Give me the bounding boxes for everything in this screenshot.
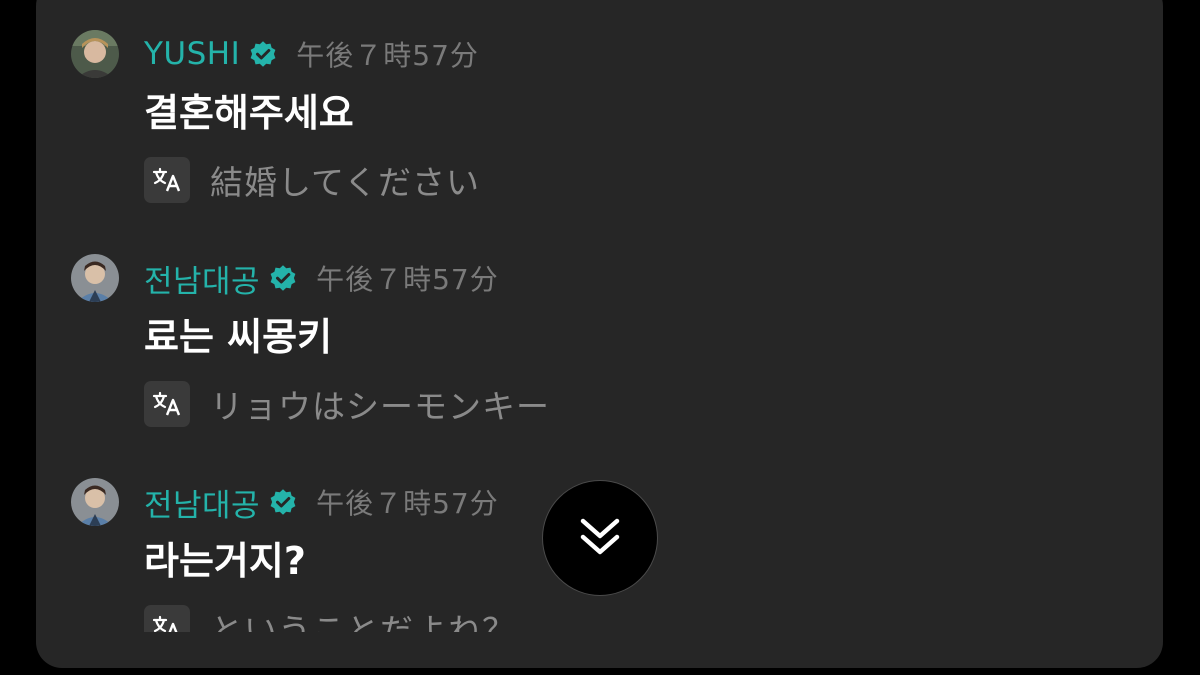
- avatar[interactable]: [71, 254, 119, 302]
- message-time: 午後７時57分: [316, 487, 499, 520]
- translation-text: 結婚してください: [210, 163, 481, 202]
- translation-row: 結婚してください: [144, 156, 480, 204]
- verified-badge-icon: [248, 39, 278, 69]
- author-name[interactable]: YUSHI: [144, 36, 240, 72]
- message-time: 午後７時57分: [316, 263, 499, 296]
- translation-row: ということだよね？: [144, 604, 516, 632]
- translate-button[interactable]: [144, 381, 190, 427]
- message-time: 午後７時57分: [296, 39, 479, 72]
- message-text: 결혼해주세요: [144, 91, 354, 135]
- verified-badge-icon: [268, 263, 298, 293]
- scroll-to-bottom-button[interactable]: [542, 480, 658, 596]
- translate-icon: [152, 391, 181, 416]
- translation-row: リョウはシーモンキー: [144, 380, 550, 428]
- message-text: 료는 씨몽키: [144, 315, 333, 359]
- translate-icon: [152, 615, 178, 632]
- verified-badge-icon: [268, 487, 298, 517]
- message-header: 전남대공 午後７時57分: [144, 480, 499, 524]
- message-header: 전남대공 午後７時57分: [144, 256, 499, 300]
- double-chevron-down-icon: [580, 518, 620, 555]
- translation-text: リョウはシーモンキー: [210, 387, 550, 426]
- translate-button[interactable]: [144, 157, 190, 203]
- translate-icon: [152, 167, 181, 192]
- avatar[interactable]: [71, 30, 119, 78]
- author-name[interactable]: 전남대공: [144, 480, 260, 525]
- message-header: YUSHI 午後７時57分: [144, 32, 479, 76]
- message-text: 라는거지?: [144, 539, 306, 583]
- author-name[interactable]: 전남대공: [144, 256, 260, 301]
- translation-text: ということだよね？: [210, 611, 516, 632]
- translate-button[interactable]: [144, 605, 190, 632]
- avatar[interactable]: [71, 478, 119, 526]
